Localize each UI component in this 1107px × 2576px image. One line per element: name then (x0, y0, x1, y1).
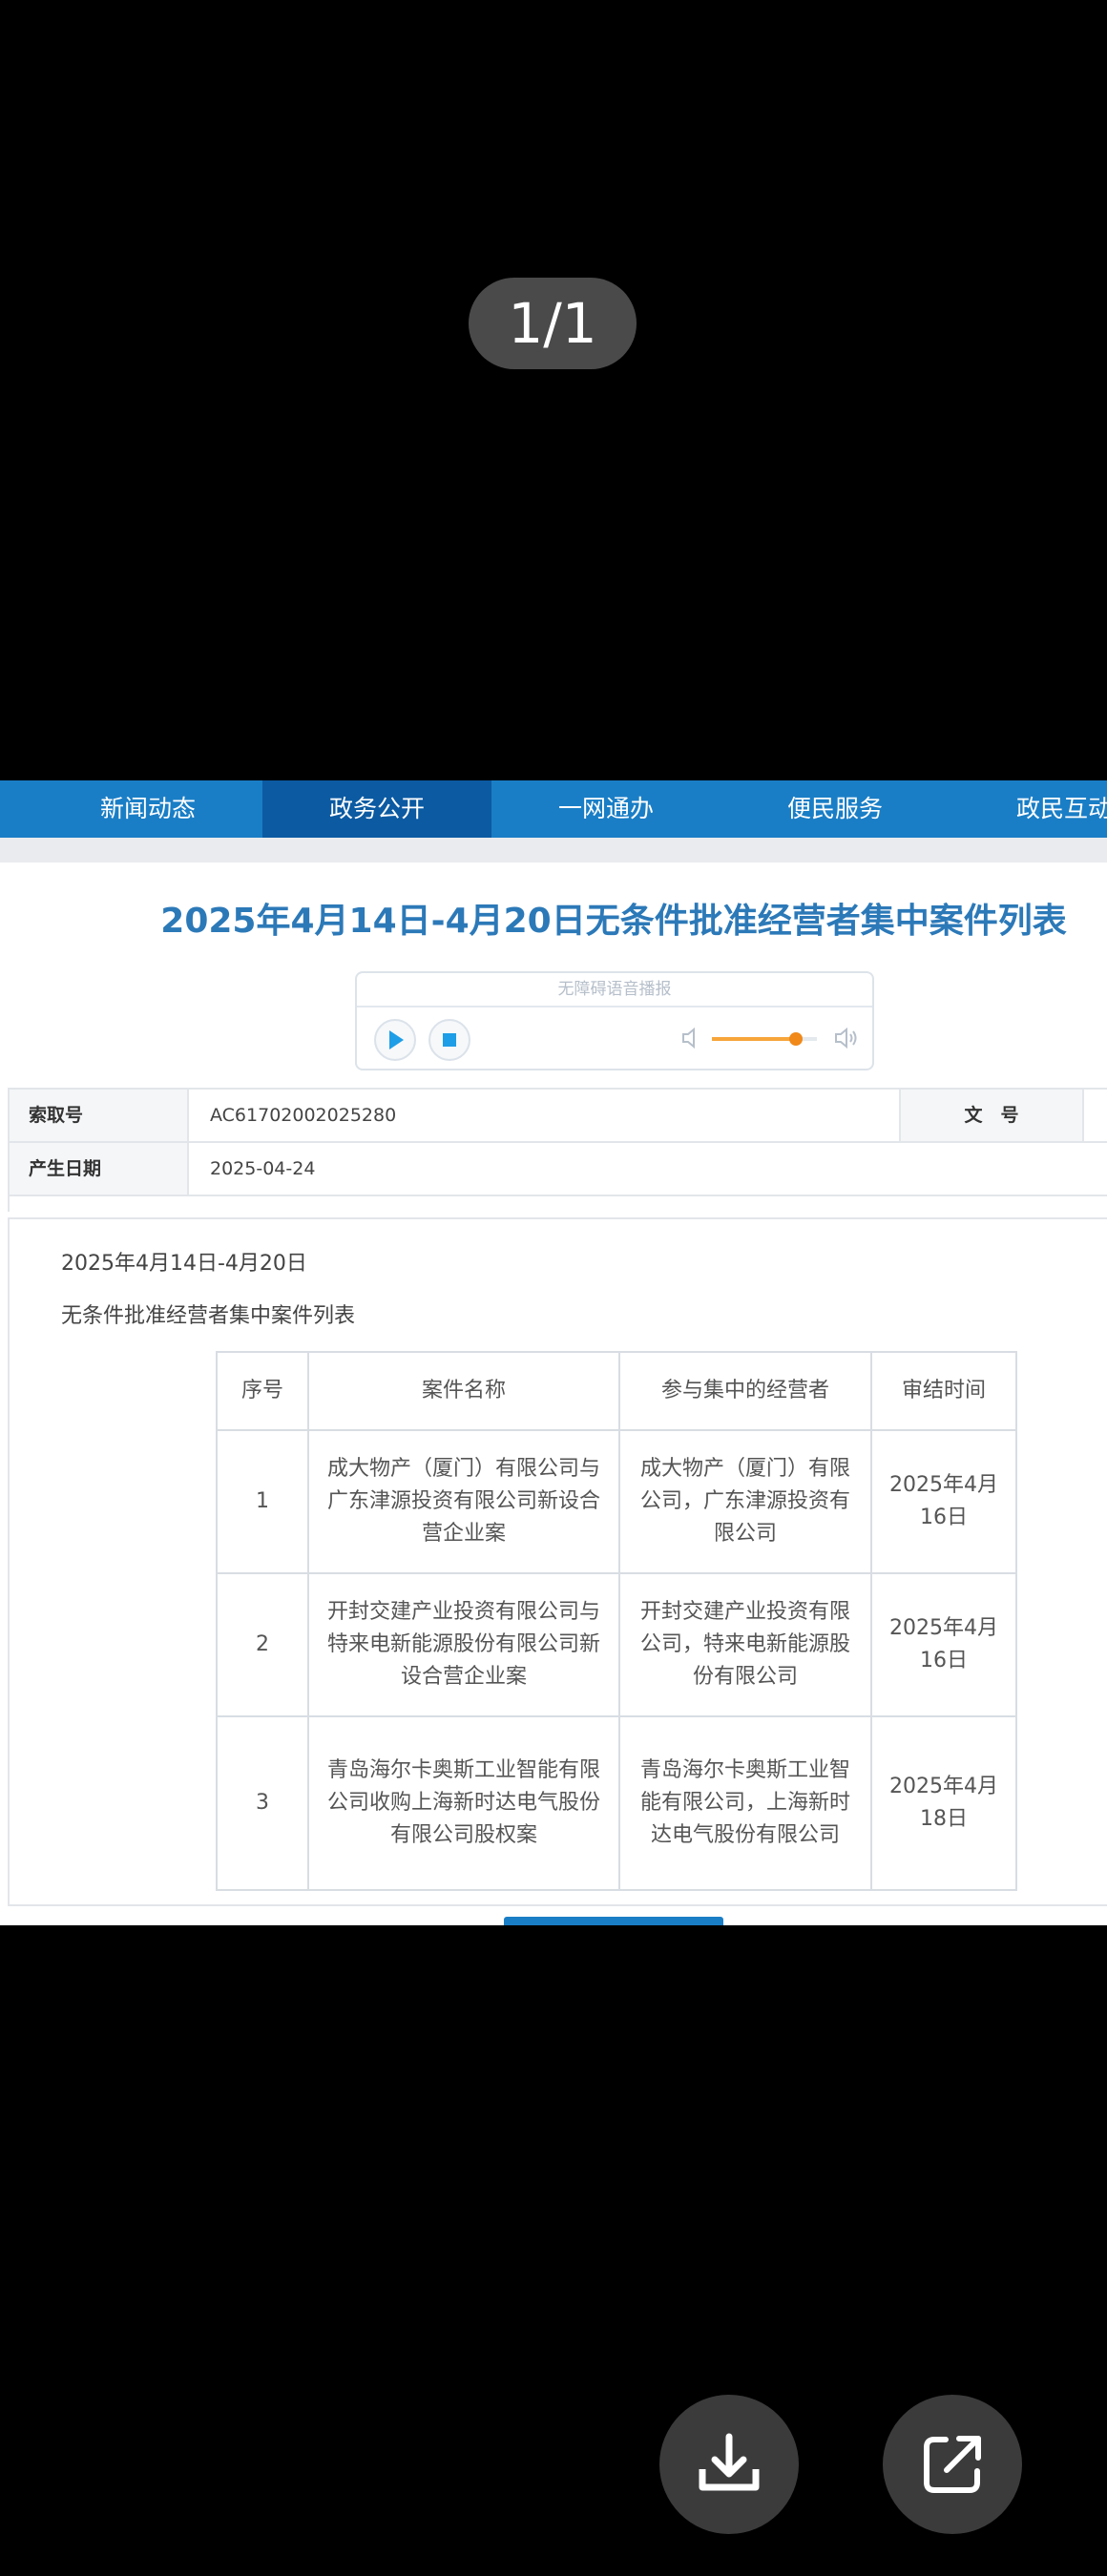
volume-slider[interactable] (712, 1032, 817, 1046)
share-button[interactable] (883, 2395, 1022, 2534)
table-row: 3 青岛海尔卡奥斯工业智能有限公司收购上海新时达电气股份有限公司股权案 青岛海尔… (216, 1715, 1017, 1891)
table-header-row: 序号 案件名称 参与集中的经营者 审结时间 (216, 1351, 1017, 1431)
nav-item-government-affairs[interactable]: 政务公开 (262, 780, 491, 838)
cell-case-name: 青岛海尔卡奥斯工业智能有限公司收购上海新时达电气股份有限公司股权案 (307, 1715, 620, 1891)
page-counter: 1/1 (469, 278, 637, 369)
play-button[interactable] (374, 1019, 416, 1061)
article-meta: 索取号 AC61702002025280 文 号 产生日期 2025-04-24 (8, 1088, 1107, 1212)
cell-no: 2 (216, 1572, 309, 1717)
volume-knob[interactable] (789, 1032, 803, 1046)
page-title: 2025年4月14日-4月20日无条件批准经营者集中案件列表 (160, 902, 1067, 941)
nav-item-news[interactable]: 新闻动态 (33, 780, 262, 838)
volume-high-icon[interactable] (834, 1027, 861, 1049)
volume-fill (712, 1037, 796, 1041)
cell-date: 2025年4月16日 (870, 1429, 1017, 1574)
bottom-tab-indicator (504, 1917, 723, 1925)
table-row: 1 成大物产（厦门）有限公司与广东津源投资有限公司新设合营企业案 成大物产（厦门… (216, 1429, 1017, 1574)
cell-parties: 成大物产（厦门）有限公司，广东津源投资有限公司 (618, 1429, 872, 1574)
nav-divider (0, 838, 1107, 862)
stop-icon (443, 1033, 456, 1047)
doc-no-label: 文 号 (899, 1090, 1084, 1141)
meta-row-date: 产生日期 2025-04-24 (10, 1143, 1107, 1196)
cell-case-name: 开封交建产业投资有限公司与特来电新能源股份有限公司新设合营企业案 (307, 1572, 620, 1717)
case-table: 序号 案件名称 参与集中的经营者 审结时间 1 成大物产（厦门）有限公司与广东津… (216, 1351, 1017, 1891)
cell-no: 3 (216, 1715, 309, 1891)
meta-row-index: 索取号 AC61702002025280 文 号 (10, 1090, 1107, 1143)
header-parties: 参与集中的经营者 (618, 1351, 872, 1431)
top-nav: 新闻动态 政务公开 一网通办 便民服务 政民互动 (0, 780, 1107, 838)
screenshot-page: 新闻动态 政务公开 一网通办 便民服务 政民互动 2025年4月14日-4月20… (0, 780, 1107, 1925)
content-line-1: 2025年4月14日-4月20日 (61, 1252, 307, 1276)
cell-case-name: 成大物产（厦门）有限公司与广东津源投资有限公司新设合营企业案 (307, 1429, 620, 1574)
cell-parties: 开封交建产业投资有限公司，特来电新能源股份有限公司 (618, 1572, 872, 1717)
cell-no: 1 (216, 1429, 309, 1574)
stop-button[interactable] (428, 1019, 470, 1061)
play-icon (389, 1030, 404, 1049)
index-value: AC61702002025280 (210, 1105, 397, 1126)
cell-date: 2025年4月16日 (870, 1572, 1017, 1717)
header-no: 序号 (216, 1351, 309, 1431)
cell-parties: 青岛海尔卡奥斯工业智能有限公司，上海新时达电气股份有限公司 (618, 1715, 872, 1891)
volume-low-icon[interactable] (681, 1027, 702, 1049)
table-row: 2 开封交建产业投资有限公司与特来电新能源股份有限公司新设合营企业案 开封交建产… (216, 1572, 1017, 1717)
header-case-name: 案件名称 (307, 1351, 620, 1431)
download-icon (699, 2433, 760, 2491)
nav-item-public-services[interactable]: 便民服务 (721, 780, 950, 838)
download-button[interactable] (659, 2395, 799, 2534)
content-line-2: 无条件批准经营者集中案件列表 (61, 1304, 356, 1328)
audio-player: 无障碍语音播报 (355, 971, 874, 1070)
index-label: 索取号 (10, 1090, 189, 1141)
share-icon (924, 2436, 981, 2493)
header-date: 审结时间 (870, 1351, 1017, 1431)
nav-item-interaction[interactable]: 政民互动 (950, 780, 1107, 838)
date-label: 产生日期 (10, 1143, 189, 1195)
audio-label: 无障碍语音播报 (357, 973, 872, 1008)
nav-item-online-services[interactable]: 一网通办 (491, 780, 721, 838)
cell-date: 2025年4月18日 (870, 1715, 1017, 1891)
date-value: 2025-04-24 (210, 1158, 316, 1179)
